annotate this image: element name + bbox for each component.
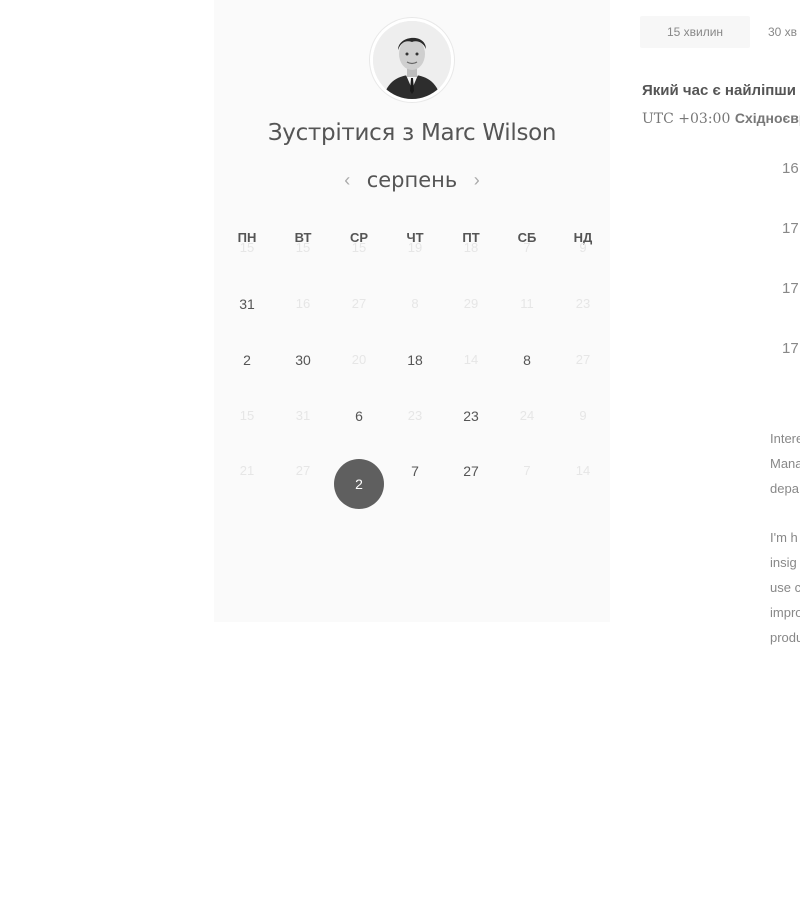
calendar-day-disabled: 15	[351, 240, 367, 255]
calendar-day-disabled: 23	[575, 296, 591, 311]
calendar-day-disabled: 21	[239, 463, 255, 478]
description-line: insig	[770, 555, 797, 570]
calendar-day-disabled: 23	[407, 408, 423, 423]
calendar-day-disabled: 15	[239, 240, 255, 255]
calendar-day[interactable]: 23	[443, 402, 499, 430]
description-line: produ	[770, 630, 800, 645]
calendar-day-disabled: 14	[463, 352, 479, 367]
calendar-day-disabled: 18	[463, 240, 479, 255]
description-line: impro	[770, 605, 800, 620]
calendar-day-disabled: 11	[520, 296, 534, 311]
calendar-day[interactable]: 6	[331, 402, 387, 430]
description-line: depa	[770, 481, 799, 496]
calendar-day-disabled: 27	[575, 352, 591, 367]
time-slot[interactable]: 16	[782, 160, 799, 177]
calendar-day-disabled: 14	[575, 463, 591, 478]
calendar-panel: Зустрітися з Marc Wilson ‹ серпень › ПН В…	[214, 0, 610, 622]
calendar-day[interactable]: 7	[387, 457, 443, 485]
calendar-day-disabled: 15	[295, 240, 311, 255]
time-slot[interactable]: 17	[782, 280, 799, 297]
calendar-day-disabled: 9	[579, 240, 587, 255]
selected-day[interactable]: 2	[334, 459, 384, 509]
meeting-title: Зустрітися з Marc Wilson	[267, 120, 557, 146]
calendar-day-disabled: 29	[463, 296, 479, 311]
chevron-left-icon[interactable]: ‹	[336, 170, 358, 191]
description-line: use c	[770, 580, 800, 595]
page: Зустрітися з Marc Wilson ‹ серпень › ПН В…	[0, 0, 800, 900]
duration-tab-30[interactable]: 30 хв	[768, 16, 800, 48]
calendar-day-disabled: 27	[351, 296, 367, 311]
calendar-day-disabled: 15	[239, 408, 255, 423]
best-time-title: Який час є найліпши	[642, 82, 797, 99]
chevron-right-icon[interactable]: ›	[466, 170, 488, 191]
calendar-day-disabled: 7	[523, 240, 531, 255]
month-label: серпень	[366, 168, 458, 192]
calendar-day-disabled: 20	[351, 352, 367, 367]
timezone-offset: UTC +03:00	[642, 111, 731, 127]
description-line: Mana	[770, 456, 800, 471]
time-slot[interactable]: 17	[782, 340, 799, 357]
duration-tabs: 15 хвилин 30 хв	[640, 16, 800, 48]
time-slot[interactable]: 17	[782, 220, 799, 237]
time-panel: 15 хвилин 30 хв Який час є найліпши UTC …	[610, 0, 800, 660]
calendar-day-disabled: 19	[407, 240, 423, 255]
calendar-grid: 15 15 15 19 18 7 9 31 16 27 8 29 11 23 2 30 20 18 14 8 27 15 3…	[216, 240, 608, 518]
timezone-line[interactable]: UTC +03:00 Східноєвро	[642, 110, 800, 127]
calendar-day[interactable]: 2	[219, 346, 275, 374]
avatar	[373, 21, 451, 99]
description-line: Intere	[770, 431, 800, 446]
calendar-day[interactable]: 18	[387, 346, 443, 374]
calendar-day[interactable]: 30	[275, 346, 331, 374]
calendar-day-disabled: 8	[411, 296, 419, 311]
calendar-day-disabled: 24	[519, 408, 535, 423]
calendar-day-disabled: 31	[295, 408, 311, 423]
calendar-day-disabled: 27	[295, 463, 311, 478]
calendar-day[interactable]: 31	[219, 290, 275, 318]
calendar-day[interactable]: 27	[443, 457, 499, 485]
month-navigation: ‹ серпень ›	[214, 168, 610, 196]
calendar-day-disabled: 7	[523, 463, 531, 478]
duration-tab-15[interactable]: 15 хвилин	[640, 16, 750, 48]
calendar-day-disabled: 16	[295, 296, 311, 311]
calendar-day-disabled: 9	[579, 408, 587, 423]
calendar-day[interactable]: 8	[499, 346, 555, 374]
description-line: I'm h	[770, 530, 798, 545]
timezone-name: Східноєвро	[734, 110, 800, 126]
